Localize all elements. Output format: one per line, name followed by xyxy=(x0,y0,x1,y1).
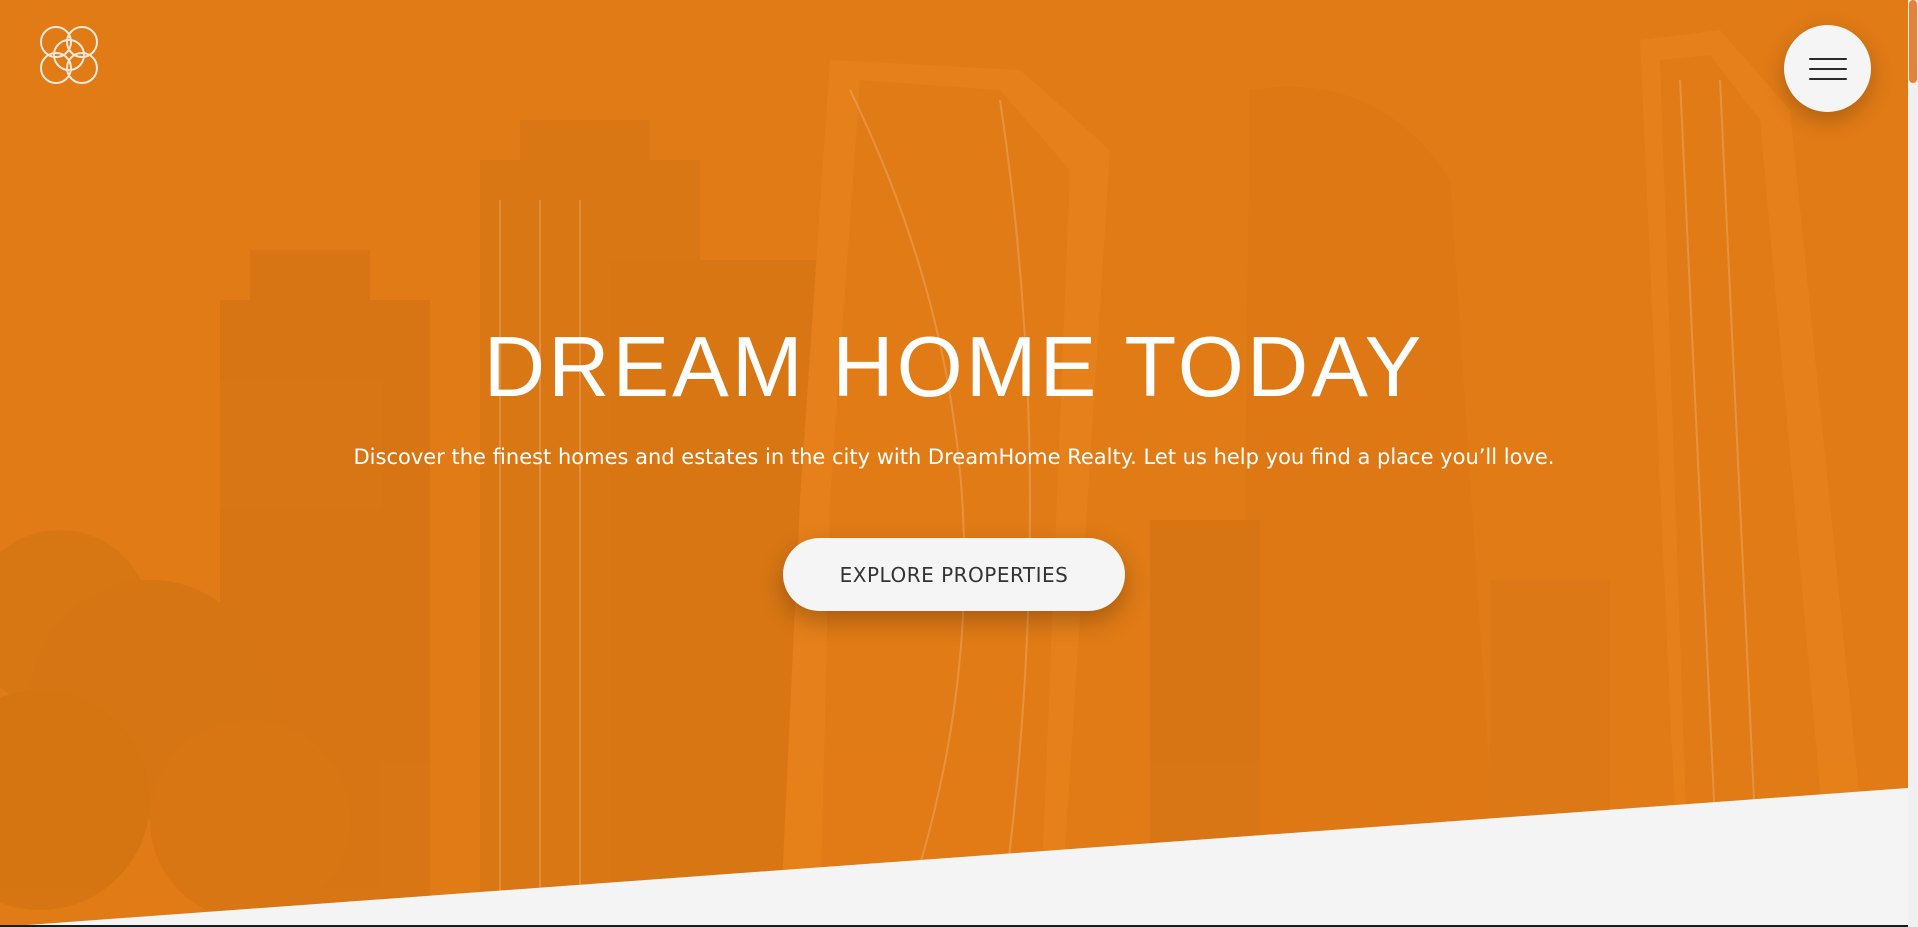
four-rings-logo-icon[interactable] xyxy=(36,22,102,88)
hero-section: DREAM HOME TODAY Discover the finest hom… xyxy=(0,0,1908,927)
hero-subtitle: Discover the finest homes and estates in… xyxy=(353,445,1555,469)
scrollbar-thumb[interactable] xyxy=(1909,0,1917,83)
explore-properties-button[interactable]: EXPLORE PROPERTIES xyxy=(783,538,1125,611)
page-scrollbar[interactable] xyxy=(1908,0,1918,927)
hero-title: DREAM HOME TODAY xyxy=(483,320,1425,415)
page: DREAM HOME TODAY Discover the finest hom… xyxy=(0,0,1918,927)
hamburger-menu-icon xyxy=(1808,57,1847,80)
menu-button[interactable] xyxy=(1784,25,1871,112)
